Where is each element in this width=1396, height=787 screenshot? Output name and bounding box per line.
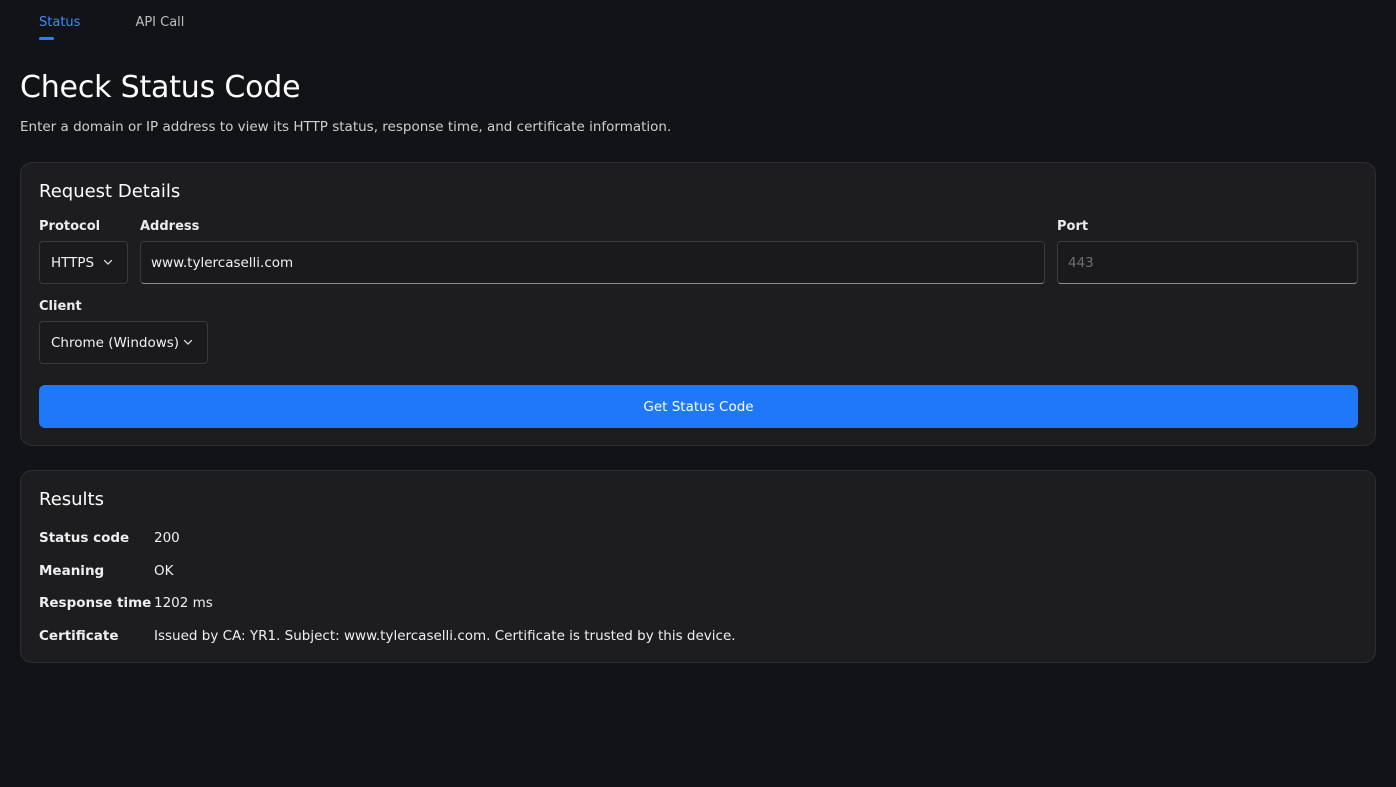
result-value: 200 (154, 530, 180, 546)
port-label: Port (1057, 219, 1089, 234)
active-tab-indicator (39, 37, 54, 40)
results-card: Results Status code 200 Meaning OK Respo… (20, 470, 1376, 663)
result-value: OK (154, 563, 174, 579)
protocol-label: Protocol (39, 219, 101, 234)
result-value: Issued by CA: YR1. Subject: www.tylercas… (154, 628, 736, 644)
request-details-title: Request Details (39, 181, 181, 202)
result-key: Response time (39, 595, 152, 611)
result-key: Status code (39, 530, 130, 546)
result-value: 1202 ms (154, 595, 213, 611)
result-row-status-code: Status code 200 (39, 530, 180, 546)
address-input[interactable] (140, 241, 1045, 284)
result-key: Certificate (39, 628, 119, 644)
client-select-value: Chrome (Windows) (51, 334, 180, 351)
client-select[interactable]: Chrome (Windows) (39, 321, 208, 364)
tab-status-label: Status (39, 15, 81, 30)
result-row-response-time: Response time 1202 ms (39, 595, 213, 611)
address-label: Address (140, 219, 200, 234)
results-title: Results (39, 489, 104, 510)
page-subtitle: Enter a domain or IP address to view its… (20, 119, 672, 135)
result-row-meaning: Meaning OK (39, 563, 173, 579)
port-input[interactable] (1057, 241, 1358, 284)
protocol-select-value: HTTPS (51, 254, 95, 271)
protocol-select[interactable]: HTTPS (39, 241, 128, 284)
tab-api-call-label: API Call (135, 15, 185, 30)
request-details-card: Request Details Protocol HTTPS Address P… (20, 162, 1376, 446)
tab-api-call[interactable]: API Call (116, 0, 203, 44)
chevron-down-icon (103, 259, 113, 265)
tab-bar: Status API Call (20, 0, 220, 48)
result-row-certificate: Certificate Issued by CA: YR1. Subject: … (39, 628, 736, 644)
tab-status[interactable]: Status (20, 0, 99, 44)
page-title: Check Status Code (20, 70, 301, 105)
result-key: Meaning (39, 563, 105, 579)
chevron-down-icon (183, 339, 193, 345)
client-label: Client (39, 299, 82, 314)
get-status-code-button[interactable]: Get Status Code (39, 385, 1358, 428)
